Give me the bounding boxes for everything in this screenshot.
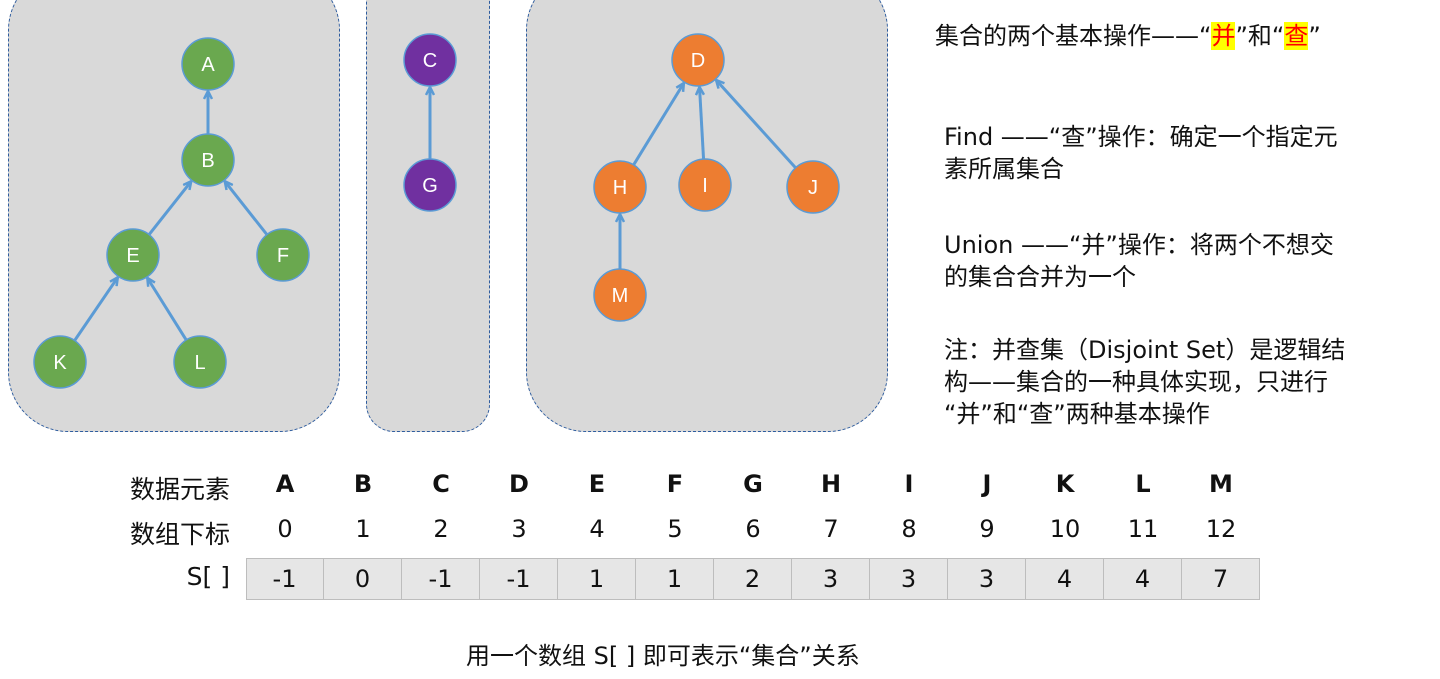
element-cell: H xyxy=(820,470,842,498)
element-cell: D xyxy=(509,470,529,498)
operations-title: 集合的两个基本操作——“并”和“查” xyxy=(935,20,1321,52)
node-B: B xyxy=(181,133,235,187)
index-cell: 12 xyxy=(1205,515,1237,543)
title-suffix: ” xyxy=(1308,22,1321,50)
index-cell: 7 xyxy=(823,515,839,543)
element-cell: I xyxy=(904,470,914,498)
index-cell: 3 xyxy=(511,515,527,543)
index-cell: 9 xyxy=(979,515,995,543)
node-M: M xyxy=(593,268,647,322)
node-label-G: G xyxy=(422,175,438,197)
element-cell: C xyxy=(432,470,450,498)
node-label-B: B xyxy=(201,150,214,172)
element-cell: E xyxy=(588,470,606,498)
node-label-K: K xyxy=(53,352,67,374)
edge-J-to-D xyxy=(716,80,797,169)
s-value-cell: 3 xyxy=(948,558,1026,600)
s-value-cell: 4 xyxy=(1026,558,1104,600)
node-J: J xyxy=(786,160,840,214)
union-description-line2: 的集合合并为一个 xyxy=(944,263,1136,291)
index-cell: 2 xyxy=(433,515,449,543)
s-value-cell: 3 xyxy=(870,558,948,600)
node-K: K xyxy=(33,335,87,389)
s-value-cell: -1 xyxy=(480,558,558,600)
union-highlight: 并 xyxy=(1211,22,1236,50)
node-label-D: D xyxy=(691,50,705,72)
element-cell: B xyxy=(353,470,373,498)
element-cell: J xyxy=(982,470,992,498)
node-I: I xyxy=(678,158,732,212)
edge-E-to-B xyxy=(147,181,191,236)
s-value-cell: 1 xyxy=(558,558,636,600)
title-prefix: 集合的两个基本操作——“ xyxy=(935,22,1212,50)
node-label-I: I xyxy=(702,175,708,197)
index-cell: 4 xyxy=(589,515,605,543)
index-cell: 10 xyxy=(1049,515,1081,543)
index-cell: 5 xyxy=(667,515,683,543)
s-value-cell: -1 xyxy=(246,558,324,600)
edge-I-to-D xyxy=(700,87,706,160)
node-label-F: F xyxy=(277,245,289,267)
node-A: A xyxy=(181,37,235,91)
node-label-E: E xyxy=(126,245,139,267)
s-value-cell: -1 xyxy=(402,558,480,600)
edge-K-to-E xyxy=(73,277,118,342)
node-E: E xyxy=(106,228,160,282)
index-cell: 1 xyxy=(355,515,371,543)
s-value-cell: 7 xyxy=(1182,558,1260,600)
node-C: C xyxy=(403,33,457,87)
title-middle: ”和“ xyxy=(1235,22,1285,50)
edge-H-to-D xyxy=(632,83,684,166)
find-description-line1: Find ——“查”操作：确定一个指定元 xyxy=(944,123,1338,151)
note-line3: “并”和“查”两种基本操作 xyxy=(944,400,1210,428)
s-value-cell: 3 xyxy=(792,558,870,600)
edge-F-to-B xyxy=(225,181,269,236)
node-H: H xyxy=(593,160,647,214)
s-value-cell: 4 xyxy=(1104,558,1182,600)
label-index: 数组下标 xyxy=(129,520,230,549)
label-s-array: S[ ] xyxy=(186,562,230,591)
element-cell: G xyxy=(743,470,763,498)
index-cell: 8 xyxy=(901,515,917,543)
element-cell: L xyxy=(1135,470,1151,498)
index-cell: 0 xyxy=(277,515,293,543)
note-line2: 构——集合的一种具体实现，只进行 xyxy=(944,368,1328,396)
node-label-C: C xyxy=(423,50,437,72)
node-label-M: M xyxy=(612,285,629,307)
element-cell: K xyxy=(1055,470,1075,498)
note-line1: 注：并查集（Disjoint Set）是逻辑结 xyxy=(944,336,1346,364)
find-highlight: 查 xyxy=(1284,22,1309,50)
node-G: G xyxy=(403,158,457,212)
node-label-L: L xyxy=(194,352,205,374)
find-description-line2: 素所属集合 xyxy=(944,155,1064,183)
element-cell: F xyxy=(666,470,684,498)
s-value-cell: 0 xyxy=(324,558,402,600)
node-L: L xyxy=(173,335,227,389)
edge-L-to-E xyxy=(147,278,188,341)
node-label-A: A xyxy=(201,54,215,76)
node-D: D xyxy=(671,33,725,87)
element-cell: M xyxy=(1209,470,1233,498)
s-value-cell: 1 xyxy=(636,558,714,600)
union-description-line1: Union ——“并”操作：将两个不想交 xyxy=(944,231,1334,259)
index-cell: 11 xyxy=(1127,515,1159,543)
node-F: F xyxy=(256,228,310,282)
node-label-J: J xyxy=(808,177,818,199)
node-label-H: H xyxy=(613,177,627,199)
index-cell: 6 xyxy=(745,515,761,543)
label-elements: 数据元素 xyxy=(129,475,230,504)
s-value-cell: 2 xyxy=(714,558,792,600)
element-cell: A xyxy=(275,470,295,498)
caption: 用一个数组 S[ ] 即可表示“集合”关系 xyxy=(466,642,860,670)
